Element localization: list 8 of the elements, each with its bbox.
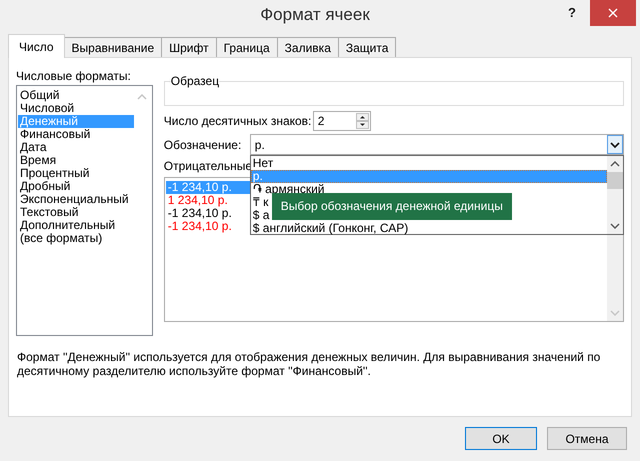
- category-label: Числовые форматы:: [16, 69, 132, 83]
- decimals-label: Число десятичных знаков:: [164, 114, 312, 128]
- negatives-label: Отрицательные: [164, 159, 252, 173]
- sample-label: Образец: [170, 74, 220, 88]
- window-title: Формат ячеек: [259, 4, 371, 26]
- tooltip: Выбор обозначения денежной единицы: [272, 193, 512, 220]
- symbol-label: Обозначение:: [164, 138, 242, 152]
- format-description: Формат ''Денежный'' используется для отображения денежных величин. Для выравнивания значений по десятичному разделителю используйте формат ''Финансовый''.: [17, 350, 602, 378]
